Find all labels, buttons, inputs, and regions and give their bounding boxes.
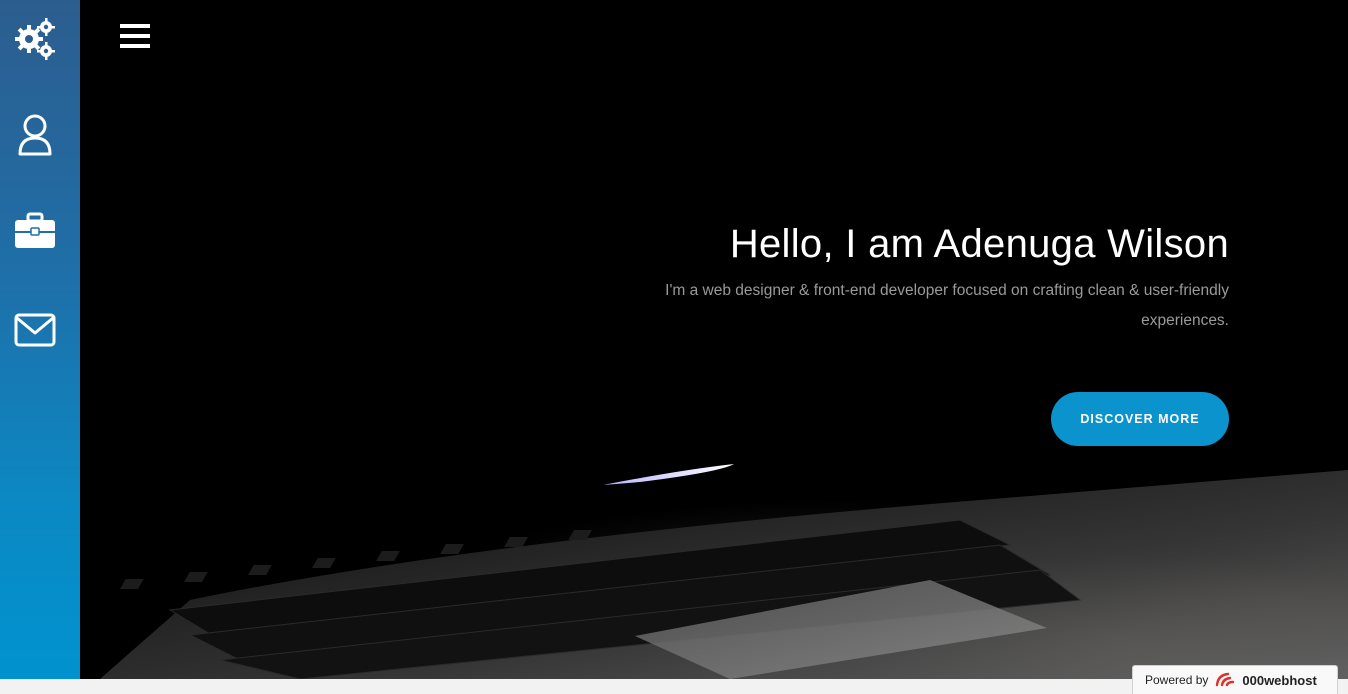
gears-icon[interactable] bbox=[12, 15, 58, 61]
hero-subtitle: I'm a web designer & front-end developer… bbox=[665, 282, 1229, 329]
hero-title: Hello, I am Adenuga Wilson bbox=[729, 222, 1229, 266]
envelope-icon[interactable] bbox=[12, 307, 58, 353]
badge-brand: 000webhost bbox=[1242, 672, 1317, 688]
sidebar bbox=[0, 0, 80, 679]
powered-by-badge[interactable]: Powered by 000webhost bbox=[1132, 665, 1338, 694]
hero-section: Hello, I am Adenuga Wilson I'm a web des… bbox=[80, 0, 1348, 679]
powered-by-label: Powered by bbox=[1145, 673, 1209, 687]
laptop-image bbox=[100, 464, 1348, 679]
000webhost-logo-icon bbox=[1214, 671, 1236, 690]
hamburger-menu-icon[interactable] bbox=[120, 24, 150, 50]
user-icon[interactable] bbox=[12, 112, 58, 158]
briefcase-icon[interactable] bbox=[12, 207, 58, 253]
discover-more-button[interactable]: DISCOVER MORE bbox=[1051, 392, 1229, 446]
